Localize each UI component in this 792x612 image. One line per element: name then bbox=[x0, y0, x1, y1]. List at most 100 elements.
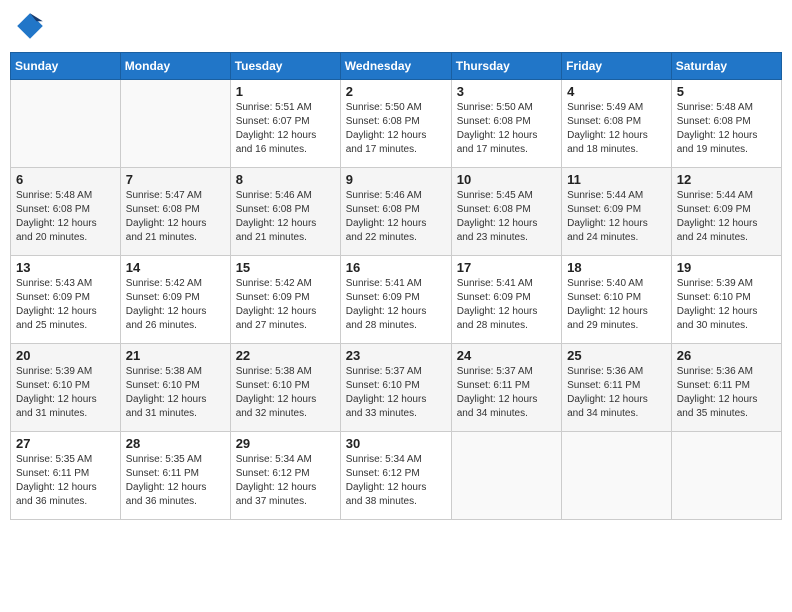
day-number: 4 bbox=[567, 84, 666, 99]
calendar-cell: 18 Sunrise: 5:40 AMSunset: 6:10 PMDayligh… bbox=[562, 256, 672, 344]
weekday-header: Monday bbox=[120, 53, 230, 80]
day-info: Sunrise: 5:42 AMSunset: 6:09 PMDaylight:… bbox=[236, 277, 335, 333]
day-number: 13 bbox=[16, 260, 115, 275]
calendar-week-row: 20Sunrise: 5:39 AMSunset: 6:10 PMDayligh… bbox=[11, 344, 782, 432]
day-number: 2 bbox=[346, 84, 446, 99]
day-info: Sunrise: 5:51 AMSunset: 6:07 PMDaylight:… bbox=[236, 101, 335, 157]
day-info: Sunrise: 5:36 AMSunset: 6:11 PMDaylight:… bbox=[567, 365, 666, 421]
calendar-cell bbox=[671, 432, 781, 520]
weekday-header: Saturday bbox=[671, 53, 781, 80]
day-number: 9 bbox=[346, 172, 446, 187]
day-number: 7 bbox=[126, 172, 225, 187]
logo-icon bbox=[14, 10, 46, 42]
weekday-header: Wednesday bbox=[340, 53, 451, 80]
day-info: Sunrise: 5:38 AMSunset: 6:10 PMDaylight:… bbox=[126, 365, 225, 421]
calendar-cell bbox=[120, 80, 230, 168]
calendar-cell: 24 Sunrise: 5:37 AMSunset: 6:11 PMDayligh… bbox=[451, 344, 561, 432]
calendar-cell: 23 Sunrise: 5:37 AMSunset: 6:10 PMDayligh… bbox=[340, 344, 451, 432]
calendar-week-row: 6 Sunrise: 5:48 AMSunset: 6:08 PMDaylight… bbox=[11, 168, 782, 256]
day-number: 1 bbox=[236, 84, 335, 99]
day-info: Sunrise: 5:35 AMSunset: 6:11 PMDaylight:… bbox=[16, 453, 115, 509]
day-number: 19 bbox=[677, 260, 776, 275]
day-info: Sunrise: 5:42 AMSunset: 6:09 PMDaylight:… bbox=[126, 277, 225, 333]
calendar-cell: 9 Sunrise: 5:46 AMSunset: 6:08 PMDaylight… bbox=[340, 168, 451, 256]
day-info: Sunrise: 5:34 AMSunset: 6:12 PMDaylight:… bbox=[346, 453, 446, 509]
day-info: Sunrise: 5:36 AMSunset: 6:11 PMDaylight:… bbox=[677, 365, 776, 421]
day-number: 8 bbox=[236, 172, 335, 187]
day-number: 27 bbox=[16, 436, 115, 451]
day-number: 3 bbox=[457, 84, 556, 99]
calendar-cell: 13 Sunrise: 5:43 AMSunset: 6:09 PMDayligh… bbox=[11, 256, 121, 344]
day-info: Sunrise: 5:41 AMSunset: 6:09 PMDaylight:… bbox=[457, 277, 556, 333]
day-number: 29 bbox=[236, 436, 335, 451]
calendar-cell: 26 Sunrise: 5:36 AMSunset: 6:11 PMDayligh… bbox=[671, 344, 781, 432]
calendar-cell: 29 Sunrise: 5:34 AMSunset: 6:12 PMDayligh… bbox=[230, 432, 340, 520]
weekday-header: Thursday bbox=[451, 53, 561, 80]
day-info: Sunrise: 5:44 AMSunset: 6:09 PMDaylight:… bbox=[677, 189, 776, 245]
calendar-week-row: 1 Sunrise: 5:51 AMSunset: 6:07 PMDaylight… bbox=[11, 80, 782, 168]
day-number: 5 bbox=[677, 84, 776, 99]
day-info: Sunrise: 5:50 AMSunset: 6:08 PMDaylight:… bbox=[346, 101, 446, 157]
day-info: Sunrise: 5:37 AMSunset: 6:11 PMDaylight:… bbox=[457, 365, 556, 421]
day-number: 11 bbox=[567, 172, 666, 187]
calendar-cell: 20Sunrise: 5:39 AMSunset: 6:10 PMDayligh… bbox=[11, 344, 121, 432]
calendar-cell: 15 Sunrise: 5:42 AMSunset: 6:09 PMDayligh… bbox=[230, 256, 340, 344]
day-number: 28 bbox=[126, 436, 225, 451]
calendar-cell: 1 Sunrise: 5:51 AMSunset: 6:07 PMDaylight… bbox=[230, 80, 340, 168]
day-number: 25 bbox=[567, 348, 666, 363]
calendar-cell: 5 Sunrise: 5:48 AMSunset: 6:08 PMDaylight… bbox=[671, 80, 781, 168]
day-info: Sunrise: 5:35 AMSunset: 6:11 PMDaylight:… bbox=[126, 453, 225, 509]
day-number: 14 bbox=[126, 260, 225, 275]
day-number: 15 bbox=[236, 260, 335, 275]
calendar-cell: 8 Sunrise: 5:46 AMSunset: 6:08 PMDaylight… bbox=[230, 168, 340, 256]
calendar-week-row: 13 Sunrise: 5:43 AMSunset: 6:09 PMDayligh… bbox=[11, 256, 782, 344]
calendar-week-row: 27 Sunrise: 5:35 AMSunset: 6:11 PMDayligh… bbox=[11, 432, 782, 520]
calendar-cell: 19 Sunrise: 5:39 AMSunset: 6:10 PMDayligh… bbox=[671, 256, 781, 344]
logo bbox=[14, 10, 50, 42]
calendar-cell: 2 Sunrise: 5:50 AMSunset: 6:08 PMDaylight… bbox=[340, 80, 451, 168]
day-info: Sunrise: 5:34 AMSunset: 6:12 PMDaylight:… bbox=[236, 453, 335, 509]
weekday-header: Tuesday bbox=[230, 53, 340, 80]
day-number: 17 bbox=[457, 260, 556, 275]
calendar-cell: 27 Sunrise: 5:35 AMSunset: 6:11 PMDayligh… bbox=[11, 432, 121, 520]
calendar-cell: 3 Sunrise: 5:50 AMSunset: 6:08 PMDaylight… bbox=[451, 80, 561, 168]
calendar-cell: 21 Sunrise: 5:38 AMSunset: 6:10 PMDayligh… bbox=[120, 344, 230, 432]
day-info: Sunrise: 5:38 AMSunset: 6:10 PMDaylight:… bbox=[236, 365, 335, 421]
day-info: Sunrise: 5:44 AMSunset: 6:09 PMDaylight:… bbox=[567, 189, 666, 245]
calendar-cell: 12 Sunrise: 5:44 AMSunset: 6:09 PMDayligh… bbox=[671, 168, 781, 256]
day-info: Sunrise: 5:49 AMSunset: 6:08 PMDaylight:… bbox=[567, 101, 666, 157]
day-number: 18 bbox=[567, 260, 666, 275]
calendar-cell: 11 Sunrise: 5:44 AMSunset: 6:09 PMDayligh… bbox=[562, 168, 672, 256]
calendar-cell: 17 Sunrise: 5:41 AMSunset: 6:09 PMDayligh… bbox=[451, 256, 561, 344]
calendar-cell: 4 Sunrise: 5:49 AMSunset: 6:08 PMDaylight… bbox=[562, 80, 672, 168]
weekday-header-row: SundayMondayTuesdayWednesdayThursdayFrid… bbox=[11, 53, 782, 80]
calendar-cell: 14 Sunrise: 5:42 AMSunset: 6:09 PMDayligh… bbox=[120, 256, 230, 344]
day-number: 23 bbox=[346, 348, 446, 363]
day-info: Sunrise: 5:46 AMSunset: 6:08 PMDaylight:… bbox=[346, 189, 446, 245]
day-number: 21 bbox=[126, 348, 225, 363]
calendar-cell: 6 Sunrise: 5:48 AMSunset: 6:08 PMDaylight… bbox=[11, 168, 121, 256]
day-number: 12 bbox=[677, 172, 776, 187]
day-info: Sunrise: 5:48 AMSunset: 6:08 PMDaylight:… bbox=[16, 189, 115, 245]
calendar-table: SundayMondayTuesdayWednesdayThursdayFrid… bbox=[10, 52, 782, 520]
day-info: Sunrise: 5:48 AMSunset: 6:08 PMDaylight:… bbox=[677, 101, 776, 157]
day-number: 30 bbox=[346, 436, 446, 451]
day-info: Sunrise: 5:47 AMSunset: 6:08 PMDaylight:… bbox=[126, 189, 225, 245]
day-info: Sunrise: 5:37 AMSunset: 6:10 PMDaylight:… bbox=[346, 365, 446, 421]
day-number: 22 bbox=[236, 348, 335, 363]
calendar-cell: 7 Sunrise: 5:47 AMSunset: 6:08 PMDaylight… bbox=[120, 168, 230, 256]
weekday-header: Sunday bbox=[11, 53, 121, 80]
day-number: 26 bbox=[677, 348, 776, 363]
calendar-cell: 16Sunrise: 5:41 AMSunset: 6:09 PMDayligh… bbox=[340, 256, 451, 344]
day-info: Sunrise: 5:45 AMSunset: 6:08 PMDaylight:… bbox=[457, 189, 556, 245]
calendar-cell bbox=[451, 432, 561, 520]
day-info: Sunrise: 5:46 AMSunset: 6:08 PMDaylight:… bbox=[236, 189, 335, 245]
day-info: Sunrise: 5:50 AMSunset: 6:08 PMDaylight:… bbox=[457, 101, 556, 157]
weekday-header: Friday bbox=[562, 53, 672, 80]
day-number: 6 bbox=[16, 172, 115, 187]
day-number: 24 bbox=[457, 348, 556, 363]
day-info: Sunrise: 5:40 AMSunset: 6:10 PMDaylight:… bbox=[567, 277, 666, 333]
day-info: Sunrise: 5:39 AMSunset: 6:10 PMDaylight:… bbox=[677, 277, 776, 333]
calendar-cell: 28 Sunrise: 5:35 AMSunset: 6:11 PMDayligh… bbox=[120, 432, 230, 520]
day-info: Sunrise: 5:43 AMSunset: 6:09 PMDaylight:… bbox=[16, 277, 115, 333]
